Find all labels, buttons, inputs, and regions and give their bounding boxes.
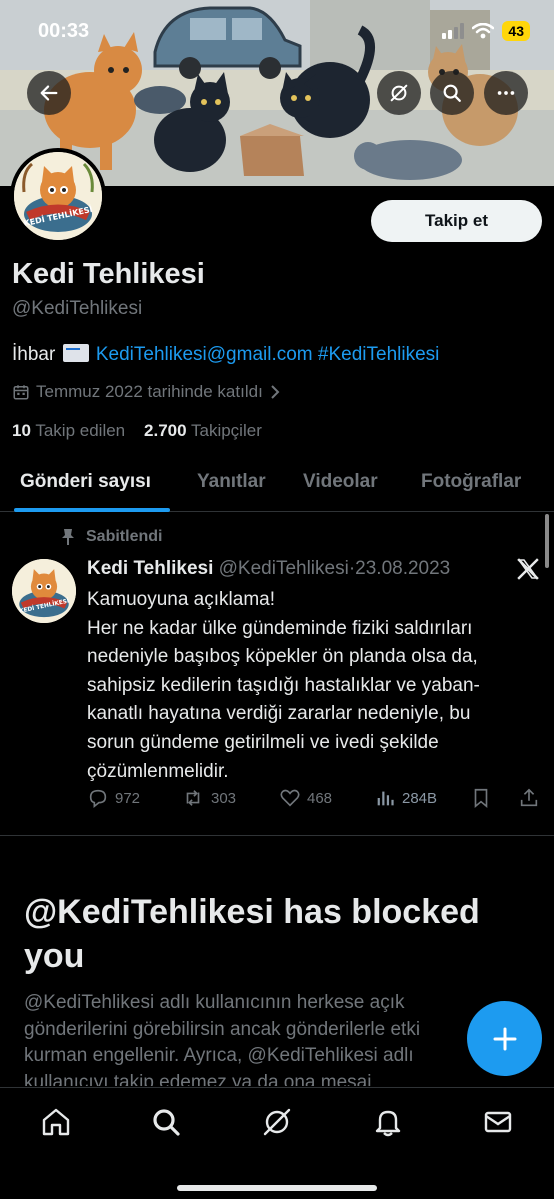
search-icon[interactable] — [150, 1106, 182, 1138]
tweet-line: Her ne kadar ülke gündeminde fiziki sald… — [87, 617, 473, 639]
active-tab-indicator — [14, 508, 170, 512]
compose-button[interactable] — [467, 1001, 542, 1076]
like-count: 468 — [307, 789, 333, 807]
blocked-line: kurman engellenir. Ayrıca, @KediTehlikes… — [24, 1045, 414, 1066]
tweet-header: Kedi Tehlikesi @KediTehlikesi·23.08.2023 — [87, 558, 450, 580]
avatar-logo: KEDİ TEHLİKESİ — [14, 152, 102, 240]
follow-stats: 10 Takip edilen 2.700 Takipçiler — [12, 421, 262, 441]
pinned-label: Sabitlendi — [86, 528, 163, 545]
tweet-line: nedeniyle başıboş köpekler ön planda ols… — [87, 646, 478, 668]
bio-prefix: İhbar — [12, 344, 56, 365]
profile-avatar[interactable]: KEDİ TEHLİKESİ — [10, 148, 106, 244]
heart-icon — [280, 789, 300, 807]
mail-icon[interactable] — [482, 1106, 514, 1138]
tweet-line: kanatlı hayatına verdiği zararlar nedeni… — [87, 703, 471, 725]
envelope-emoji-icon — [62, 344, 89, 362]
share-button[interactable] — [518, 787, 540, 809]
tweet-author-avatar[interactable]: KEDİ TEHLİKESİ — [12, 559, 76, 623]
grok-icon — [390, 84, 408, 102]
status-time: 00:33 — [38, 20, 90, 42]
bio-email-link[interactable]: KediTehlikesi@gmail.com — [96, 344, 313, 365]
tweet-text: Kamuoyuna açıklama! Her ne kadar ülke gü… — [87, 586, 542, 786]
more-icon — [497, 91, 515, 95]
share-icon — [520, 788, 538, 807]
blocked-line: kullanıcıyı takip edemez ya da ona mesaj — [24, 1071, 372, 1087]
back-button[interactable] — [27, 71, 71, 115]
bio-hashtag-link[interactable]: #KediTehlikesi — [318, 344, 439, 365]
followers-count: 2.700 — [144, 421, 187, 440]
tweet-actions: 972 303 468 284B — [87, 787, 542, 813]
x-logo-icon — [517, 558, 539, 580]
blocked-title: @KediTehlikesi has blocked you — [24, 893, 480, 975]
blocked-line: @KediTehlikesi adlı kullanıcının herkese… — [24, 992, 405, 1013]
more-button[interactable] — [484, 71, 528, 115]
pinned-label-row: Sabitlendi — [60, 528, 162, 546]
blocked-line: gönderilerini görebilirsin ancak gönderi… — [24, 1018, 421, 1040]
profile-bio: İhbar KediTehlikesi@gmail.com #KediTehli… — [12, 344, 439, 366]
tab-photos[interactable]: Fotoğraflar — [421, 471, 521, 493]
views-button[interactable]: 284B — [374, 787, 437, 809]
bottom-navigation — [0, 1087, 554, 1199]
bookmark-button[interactable] — [471, 787, 491, 809]
grok-icon[interactable] — [261, 1106, 293, 1138]
home-icon[interactable] — [40, 1106, 72, 1138]
search-button[interactable] — [430, 71, 474, 115]
profile-handle: @KediTehlikesi — [12, 298, 143, 319]
repost-button[interactable]: 303 — [181, 787, 236, 809]
blocked-description: @KediTehlikesi adlı kullanıcının herkese… — [24, 990, 544, 1086]
joined-text: Temmuz 2022 tarihinde katıldı — [36, 382, 263, 401]
views-icon — [377, 791, 394, 806]
like-button[interactable]: 468 — [279, 787, 332, 809]
reply-button[interactable]: 972 — [87, 787, 140, 809]
kedi-tehlikesi-logo: KEDİ TEHLİKESİ — [14, 152, 102, 240]
plus-icon — [493, 1027, 516, 1050]
pin-icon — [62, 529, 74, 545]
tweet-line: Kamuoyuna açıklama! — [87, 589, 275, 610]
tweet-date[interactable]: 23.08.2023 — [355, 558, 450, 579]
views-count: 284B — [402, 789, 438, 807]
following-count: 10 — [12, 421, 31, 440]
grok-button[interactable] — [377, 71, 421, 115]
scrollbar[interactable] — [545, 514, 549, 568]
section-divider — [0, 835, 554, 836]
follow-button[interactable]: Takip et — [371, 200, 542, 242]
search-icon — [443, 84, 461, 102]
cellular-signal-icon — [442, 23, 465, 39]
following-label: Takip edilen — [35, 421, 126, 440]
following-link[interactable]: 10 Takip edilen — [12, 421, 125, 440]
status-bar: 00:33 43 — [0, 0, 554, 60]
tweet-author-handle[interactable]: @KediTehlikesi — [219, 558, 349, 579]
wifi-icon — [472, 23, 495, 39]
chevron-right-icon — [271, 385, 280, 399]
reply-count: 972 — [115, 789, 141, 807]
tweet-line: sahipsiz kedilerin taşıdığı hastalıklar … — [87, 674, 480, 696]
followers-link[interactable]: 2.700 Takipçiler — [144, 421, 262, 440]
repost-icon — [186, 790, 200, 806]
tweet-line: çözümlenmelidir. — [87, 760, 229, 782]
reply-icon — [89, 789, 107, 808]
repost-count: 303 — [211, 789, 237, 807]
battery-indicator: 43 — [502, 21, 530, 41]
calendar-icon — [13, 385, 29, 400]
followers-label: Takipçiler — [191, 421, 262, 440]
profile-display-name: Kedi Tehlikesi — [12, 258, 205, 290]
tab-posts[interactable]: Gönderi sayısı — [20, 471, 151, 493]
tab-replies[interactable]: Yanıtlar — [197, 471, 266, 493]
joined-date-row[interactable]: Temmuz 2022 tarihinde katıldı — [12, 382, 281, 402]
back-arrow-icon — [40, 85, 58, 101]
tab-videos[interactable]: Videolar — [303, 471, 378, 493]
tweet-author-name[interactable]: Kedi Tehlikesi — [87, 558, 213, 579]
home-indicator[interactable] — [177, 1185, 377, 1191]
bookmark-icon — [474, 788, 488, 809]
profile-tabs: Gönderi sayısı Yanıtlar Videolar Fotoğra… — [0, 458, 554, 512]
bell-icon[interactable] — [372, 1106, 404, 1138]
status-icons: 43 — [442, 21, 530, 41]
tweet-line: sorun gündeme getirilmeli ve ivedi şekil… — [87, 731, 439, 753]
kedi-tehlikesi-logo: KEDİ TEHLİKESİ — [12, 559, 76, 623]
